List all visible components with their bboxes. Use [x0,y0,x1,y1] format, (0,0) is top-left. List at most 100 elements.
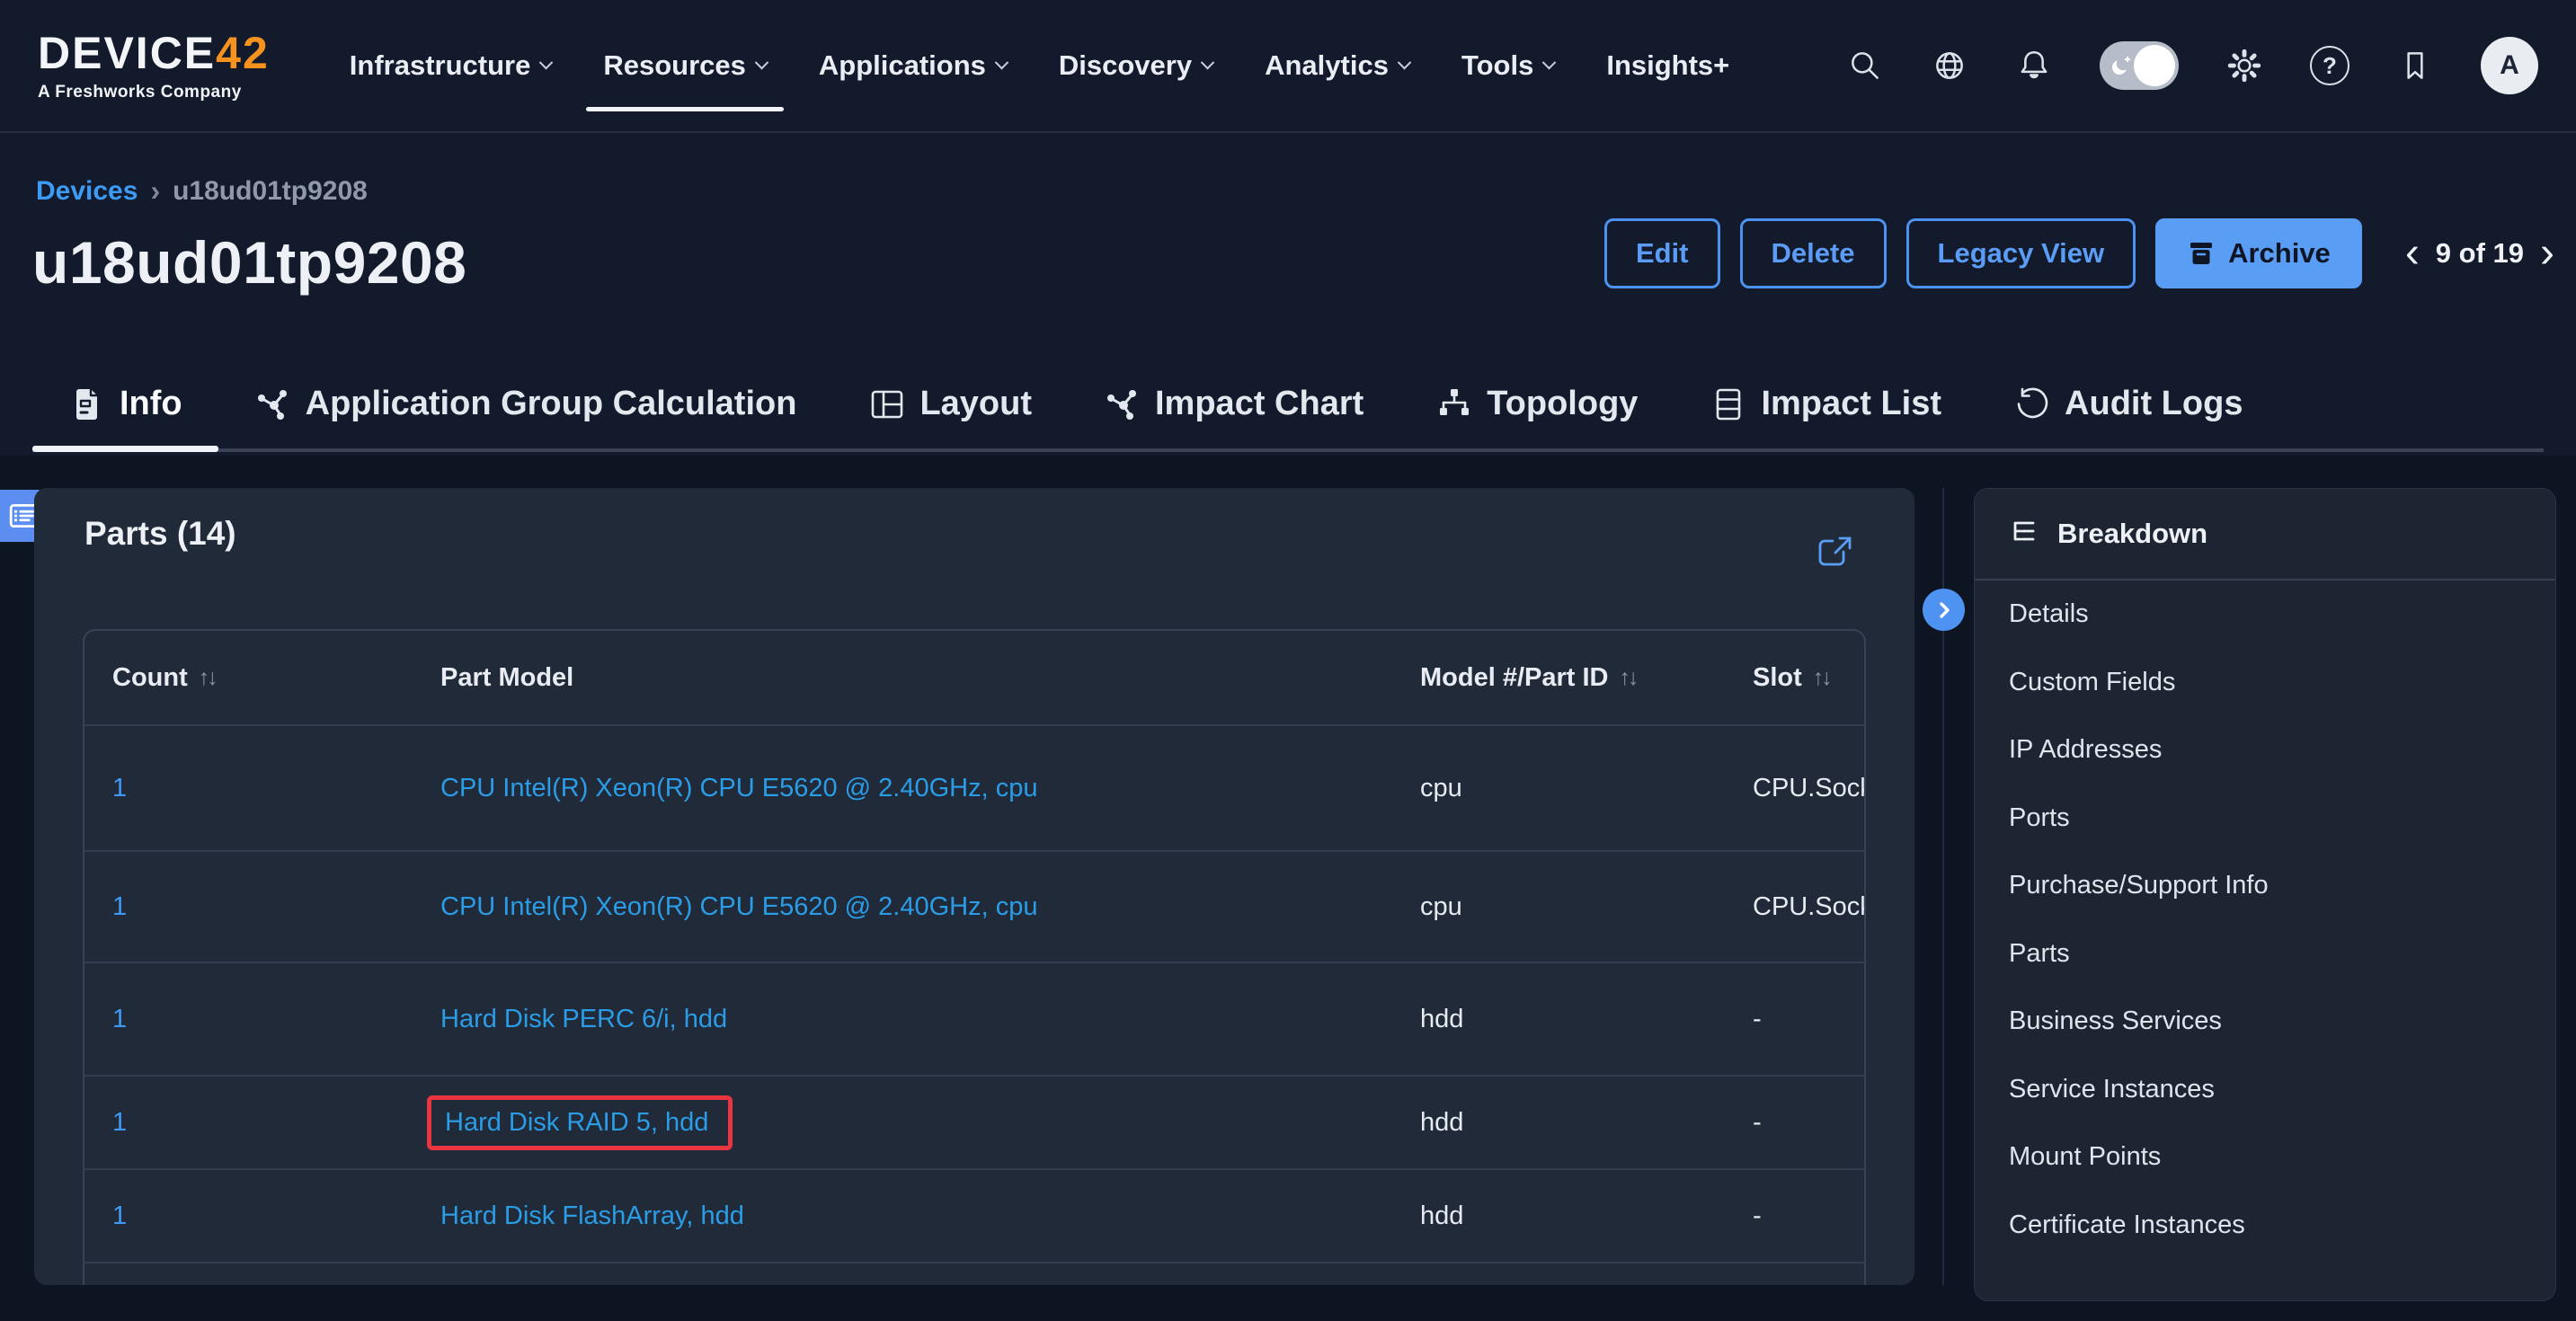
edit-button[interactable]: Edit [1604,218,1720,288]
model-id-cell: cpu [1392,892,1725,922]
count-cell[interactable]: 1 [84,774,413,803]
part-model-link[interactable]: Hard Disk RAID 5, hdd [445,1108,708,1137]
nav-item-infrastructure[interactable]: Infrastructure [324,0,578,131]
settings-gear-icon[interactable] [2225,47,2263,84]
nav-item-discovery[interactable]: Discovery [1033,0,1239,131]
breakdown-item-custom-fields[interactable]: Custom Fields [1975,649,2555,717]
nav-item-insights-plus[interactable]: Insights+ [1580,0,1755,131]
tab-impact-list[interactable]: Impact List [1674,359,1977,448]
theme-toggle[interactable] [2100,41,2179,90]
tab-topology[interactable]: Topology [1399,359,1674,448]
tab-label: Info [120,385,182,423]
nav-label: Resources [603,49,746,82]
model-id-cell: hdd [1392,1108,1725,1138]
breadcrumb: Devices › u18ud01tp9208 [36,174,368,208]
table-row: 1 CPU Intel(R) Xeon(R) CPU E5620 @ 2.40G… [84,726,1864,852]
legacy-view-button[interactable]: Legacy View [1906,218,2136,288]
chevron-down-icon [755,55,769,69]
breakdown-item-certificate-instances[interactable]: Certificate Instances [1975,1192,2555,1260]
search-icon[interactable] [1846,47,1884,84]
slot-cell: - [1725,1005,1864,1034]
nav-item-tools[interactable]: Tools [1435,0,1580,131]
device-tabs: Info Application Group Calculation Layou… [32,359,2544,452]
topology-tree-icon [1435,386,1473,423]
breadcrumb-current: u18ud01tp9208 [173,176,368,207]
chevron-down-icon [995,55,1009,69]
delete-button[interactable]: Delete [1740,218,1887,288]
bookmark-icon[interactable] [2396,47,2434,84]
count-cell[interactable]: 1 [84,1201,413,1231]
tab-label: Impact Chart [1155,385,1364,423]
device42-app: DEVICE42 A Freshworks Company Infrastruc… [0,0,2576,1321]
part-model-cell: CPU Intel(R) Xeon(R) CPU E5620 @ 2.40GHz… [413,774,1392,803]
count-cell[interactable]: 1 [84,1108,413,1138]
device42-logo[interactable]: DEVICE42 A Freshworks Company [38,31,270,101]
user-avatar[interactable]: A [2481,37,2538,94]
tab-label: Layout [919,385,1032,423]
parts-table-header: Count↑↓ Part Model Model #/Part ID↑↓ Slo… [84,631,1864,726]
breakdown-item-ports[interactable]: Ports [1975,785,2555,853]
column-label: Slot [1753,663,1802,693]
slot-cell: - [1725,1201,1864,1231]
bell-icon[interactable] [2015,47,2053,84]
parts-heading: Parts (14) [84,515,236,553]
part-model-link[interactable]: CPU Intel(R) Xeon(R) CPU E5620 @ 2.40GHz… [440,774,1037,802]
pager-next-icon[interactable]: › [2538,232,2556,275]
pager-label: 9 of 19 [2436,237,2524,270]
nav-item-resources[interactable]: Resources [577,0,793,131]
breadcrumb-devices-link[interactable]: Devices [36,176,138,207]
tab-label: Topology [1487,385,1638,423]
part-model-link[interactable]: Hard Disk FlashArray, hdd [440,1201,744,1230]
breakdown-sidebar: Breakdown Details Custom Fields IP Addre… [1974,488,2556,1301]
archive-button[interactable]: Archive [2155,218,2362,288]
breakdown-item-details[interactable]: Details [1975,581,2555,649]
slot-cell: CPU.Sock [1725,774,1864,803]
part-model-cell: Hard Disk PERC 6/i, hdd [413,1005,1392,1034]
chevron-down-icon [1542,55,1557,69]
nav-label: Applications [819,49,986,82]
nav-item-analytics[interactable]: Analytics [1239,0,1435,131]
column-header-model-part-id[interactable]: Model #/Part ID↑↓ [1392,663,1725,693]
tab-label: Impact List [1761,385,1941,423]
column-header-slot[interactable]: Slot ↑↓ [1725,663,1864,693]
part-model-link[interactable]: CPU Intel(R) Xeon(R) CPU E5620 @ 2.40GHz… [440,892,1037,921]
page-title: u18ud01tp9208 [32,228,466,297]
breakdown-item-business-services[interactable]: Business Services [1975,988,2555,1056]
collapse-sidebar-button[interactable] [1923,589,1965,631]
tab-audit-logs[interactable]: Audit Logs [1977,359,2278,448]
table-row: 1 CPU Intel(R) Xeon(R) CPU E5620 @ 2.40G… [84,852,1864,963]
breakdown-item-purchase-support-info[interactable]: Purchase/Support Info [1975,852,2555,920]
nav-label: Insights+ [1606,49,1729,82]
archive-label: Archive [2228,237,2331,270]
tab-layout[interactable]: Layout [832,359,1068,448]
tab-info[interactable]: Info [32,359,218,448]
parts-table: Count↑↓ Part Model Model #/Part ID↑↓ Slo… [83,629,1866,1285]
pager-prev-icon[interactable]: ‹ [2403,232,2421,275]
impact-hub-icon [1104,386,1141,423]
tab-application-group-calculation[interactable]: Application Group Calculation [218,359,833,448]
content-area: Parts (14) Count↑↓ Part Model Model #/Pa… [0,456,2576,1321]
nav-label: Infrastructure [350,49,531,82]
table-row: 1 Hard Disk RAID 5, hdd hdd - [84,1077,1864,1170]
globe-icon[interactable] [1931,47,1968,84]
breakdown-item-mount-points[interactable]: Mount Points [1975,1123,2555,1192]
sort-icon[interactable]: ↑↓ [1813,665,1830,691]
nav-item-applications[interactable]: Applications [793,0,1033,131]
help-icon[interactable]: ? [2310,46,2349,85]
column-header-count[interactable]: Count ↑↓ [84,663,413,693]
count-cell[interactable]: 1 [84,1005,413,1034]
breakdown-item-parts[interactable]: Parts [1975,920,2555,989]
count-cell[interactable]: 1 [84,892,413,922]
breakdown-item-ip-addresses[interactable]: IP Addresses [1975,716,2555,785]
history-icon [2013,386,2051,423]
breakdown-item-service-instances[interactable]: Service Instances [1975,1056,2555,1124]
column-label: Count [112,663,188,693]
sort-icon[interactable]: ↑↓ [1620,665,1637,691]
tab-impact-chart[interactable]: Impact Chart [1068,359,1399,448]
sort-icon[interactable]: ↑↓ [199,665,216,691]
part-model-link[interactable]: Hard Disk PERC 6/i, hdd [440,1005,727,1033]
chevron-down-icon [1398,55,1412,69]
open-in-new-icon[interactable] [1814,531,1857,574]
highlight-box: Hard Disk RAID 5, hdd [427,1095,733,1150]
main-nav: Infrastructure Resources Applications Di… [324,0,1755,131]
